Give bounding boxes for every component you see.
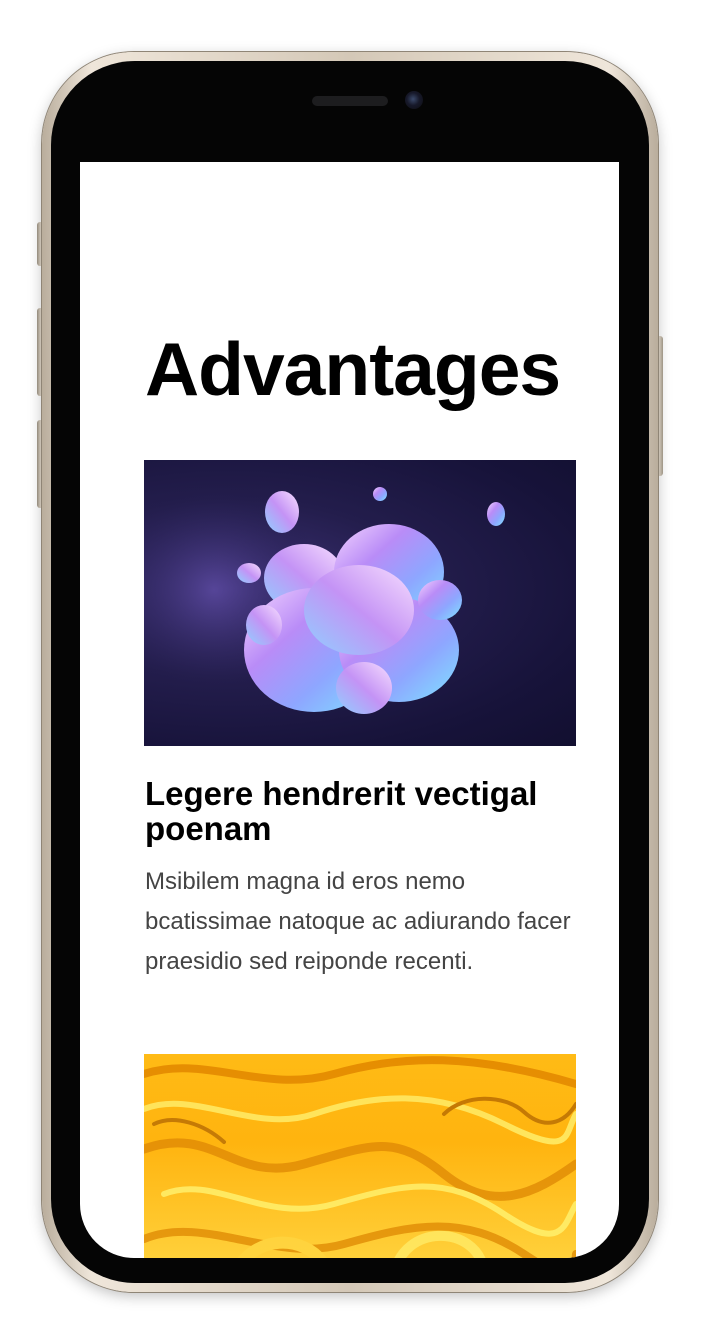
fluid-blobs-image [144, 460, 576, 746]
yellow-maze-image [144, 1054, 576, 1258]
speaker-grille [312, 96, 388, 106]
blob-cluster [237, 487, 505, 714]
phone-screen[interactable]: Advantages Legere hendrerit vectigal poe… [80, 162, 619, 1258]
card-title: Legere hendrerit vectigal poenam [145, 775, 538, 847]
card-description: Msibilem magna id eros nemo bcatissimae … [145, 868, 571, 975]
page-title: Advantages [145, 327, 561, 411]
front-camera-icon [405, 91, 423, 109]
